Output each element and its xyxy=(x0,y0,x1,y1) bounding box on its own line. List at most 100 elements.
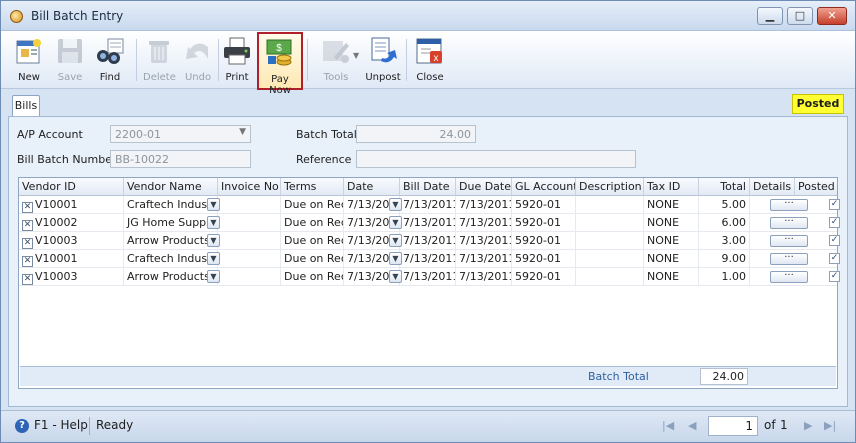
table-row[interactable]: ✕V10003Arrow Products▼Due on Rece7/13/20… xyxy=(19,232,840,250)
posted-checkbox[interactable]: ✓ xyxy=(829,217,840,228)
save-button[interactable]: Save xyxy=(54,33,86,87)
cell-due-date[interactable]: 7/13/2011 xyxy=(456,232,512,250)
cell-gl-account[interactable]: 5920-01 xyxy=(512,196,576,214)
delete-row-icon[interactable]: ✕ xyxy=(22,220,33,231)
page-number-input[interactable]: 1 xyxy=(708,416,758,436)
column-header-vendor-name[interactable]: Vendor Name xyxy=(124,178,218,196)
details-button[interactable]: ··· xyxy=(770,217,808,229)
cell-tax-id[interactable]: NONE xyxy=(644,268,699,286)
cell-vendor-id[interactable]: ✕ V10001 xyxy=(19,250,124,268)
cell-total[interactable]: 9.00 xyxy=(699,250,750,268)
cell-due-date[interactable]: 7/13/2011 xyxy=(456,214,512,232)
details-button[interactable]: ··· xyxy=(770,235,808,247)
cell-gl-account[interactable]: 5920-01 xyxy=(512,250,576,268)
cell-vendor-name[interactable]: Arrow Products xyxy=(124,232,218,250)
cell-vendor-name[interactable]: Craftech Indust xyxy=(124,196,218,214)
table-row[interactable]: ✕V10001Craftech Indust▼Due on Rece7/13/2… xyxy=(19,250,840,268)
cell-invoice-no[interactable] xyxy=(218,214,281,232)
posted-checkbox[interactable]: ✓ xyxy=(829,235,840,246)
column-header-total[interactable]: Total xyxy=(699,178,750,196)
cell-gl-account[interactable]: 5920-01 xyxy=(512,232,576,250)
cell-due-date[interactable]: 7/13/2011 xyxy=(456,196,512,214)
undo-button[interactable]: Undo xyxy=(182,33,214,87)
cell-description[interactable] xyxy=(576,268,644,286)
cell-terms[interactable]: Due on Rece xyxy=(281,196,344,214)
column-header-terms[interactable]: Terms xyxy=(281,178,344,196)
cell-total[interactable]: 1.00 xyxy=(699,268,750,286)
cell-gl-account[interactable]: 5920-01 xyxy=(512,268,576,286)
cell-terms[interactable]: Due on Rece xyxy=(281,232,344,250)
batch-number-field[interactable]: BB-10022 xyxy=(110,150,251,168)
details-button[interactable]: ··· xyxy=(770,271,808,283)
cell-due-date[interactable]: 7/13/2011 xyxy=(456,268,512,286)
unpost-button[interactable]: Unpost xyxy=(365,33,401,87)
cell-total[interactable]: 5.00 xyxy=(699,196,750,214)
find-button[interactable]: Find xyxy=(94,33,126,87)
minimize-button[interactable]: ▁ xyxy=(757,7,783,25)
cell-vendor-name[interactable]: Arrow Products xyxy=(124,268,218,286)
cell-vendor-name[interactable]: Craftech Indust xyxy=(124,250,218,268)
details-button[interactable]: ··· xyxy=(770,253,808,265)
cell-terms[interactable]: Due on Rece xyxy=(281,268,344,286)
last-page-icon[interactable]: ▶| xyxy=(824,419,836,432)
batch-total-field[interactable]: 24.00 xyxy=(356,125,476,143)
cell-invoice-no[interactable] xyxy=(218,196,281,214)
previous-page-icon[interactable]: ◀ xyxy=(688,419,696,432)
column-header-details[interactable]: Details xyxy=(750,178,795,196)
print-button[interactable]: Print xyxy=(221,33,253,87)
delete-row-icon[interactable]: ✕ xyxy=(22,274,33,285)
table-row[interactable]: ✕V10003Arrow Products▼Due on Rece7/13/20… xyxy=(19,268,840,286)
close-button[interactable]: x Close xyxy=(414,33,446,87)
cell-invoice-no[interactable] xyxy=(218,232,281,250)
cell-gl-account[interactable]: 5920-01 xyxy=(512,214,576,232)
cell-bill-date[interactable]: 7/13/2011 xyxy=(400,268,456,286)
cell-description[interactable] xyxy=(576,214,644,232)
cell-terms[interactable]: Due on Rece xyxy=(281,250,344,268)
column-header-tax-id[interactable]: Tax ID xyxy=(644,178,699,196)
column-header-posted[interactable]: Posted xyxy=(795,178,837,196)
delete-row-icon[interactable]: ✕ xyxy=(22,238,33,249)
cell-vendor-id[interactable]: ✕ V10003 xyxy=(19,232,124,250)
next-page-icon[interactable]: ▶ xyxy=(804,419,812,432)
delete-row-icon[interactable]: ✕ xyxy=(22,256,33,267)
cell-terms[interactable]: Due on Rece xyxy=(281,214,344,232)
delete-button[interactable]: Delete xyxy=(143,33,176,87)
cell-tax-id[interactable]: NONE xyxy=(644,232,699,250)
cell-due-date[interactable]: 7/13/2011 xyxy=(456,250,512,268)
cell-vendor-id[interactable]: ✕ V10002 xyxy=(19,214,124,232)
column-header-gl-account[interactable]: GL Account xyxy=(512,178,576,196)
reference-field[interactable] xyxy=(356,150,636,168)
cell-bill-date[interactable]: 7/13/2011 xyxy=(400,250,456,268)
maximize-button[interactable]: □ xyxy=(787,7,813,25)
cell-description[interactable] xyxy=(576,232,644,250)
ap-account-dropdown[interactable]: 2200-01 ▼ xyxy=(110,125,251,143)
first-page-icon[interactable]: |◀ xyxy=(662,419,674,432)
column-header-invoice-no[interactable]: Invoice No xyxy=(218,178,281,196)
help-text[interactable]: F1 - Help xyxy=(34,418,88,432)
pay-now-button[interactable]: $ Pay Now xyxy=(257,32,303,96)
cell-tax-id[interactable]: NONE xyxy=(644,214,699,232)
cell-tax-id[interactable]: NONE xyxy=(644,196,699,214)
cell-total[interactable]: 3.00 xyxy=(699,232,750,250)
posted-checkbox[interactable]: ✓ xyxy=(829,199,840,210)
posted-checkbox[interactable]: ✓ xyxy=(829,253,840,264)
new-button[interactable]: New xyxy=(13,33,45,87)
posted-checkbox[interactable]: ✓ xyxy=(829,271,840,282)
cell-vendor-name[interactable]: JG Home Suppli xyxy=(124,214,218,232)
cell-description[interactable] xyxy=(576,196,644,214)
cell-bill-date[interactable]: 7/13/2011 xyxy=(400,196,456,214)
cell-invoice-no[interactable] xyxy=(218,268,281,286)
cell-vendor-id[interactable]: ✕ V10001 xyxy=(19,196,124,214)
tools-dropdown-caret-icon[interactable]: ▼ xyxy=(353,51,359,60)
cell-bill-date[interactable]: 7/13/2011 xyxy=(400,232,456,250)
table-row[interactable]: ✕V10001Craftech Indust▼Due on Rece7/13/2… xyxy=(19,196,840,214)
help-icon[interactable]: ? xyxy=(15,419,29,433)
cell-vendor-id[interactable]: ✕ V10003 xyxy=(19,268,124,286)
cell-tax-id[interactable]: NONE xyxy=(644,250,699,268)
tools-button[interactable]: Tools xyxy=(315,33,357,87)
column-header-vendor-id[interactable]: Vendor ID xyxy=(19,178,124,196)
column-header-date[interactable]: Date xyxy=(344,178,400,196)
cell-description[interactable] xyxy=(576,250,644,268)
column-header-bill-date[interactable]: Bill Date xyxy=(400,178,456,196)
cell-invoice-no[interactable] xyxy=(218,250,281,268)
